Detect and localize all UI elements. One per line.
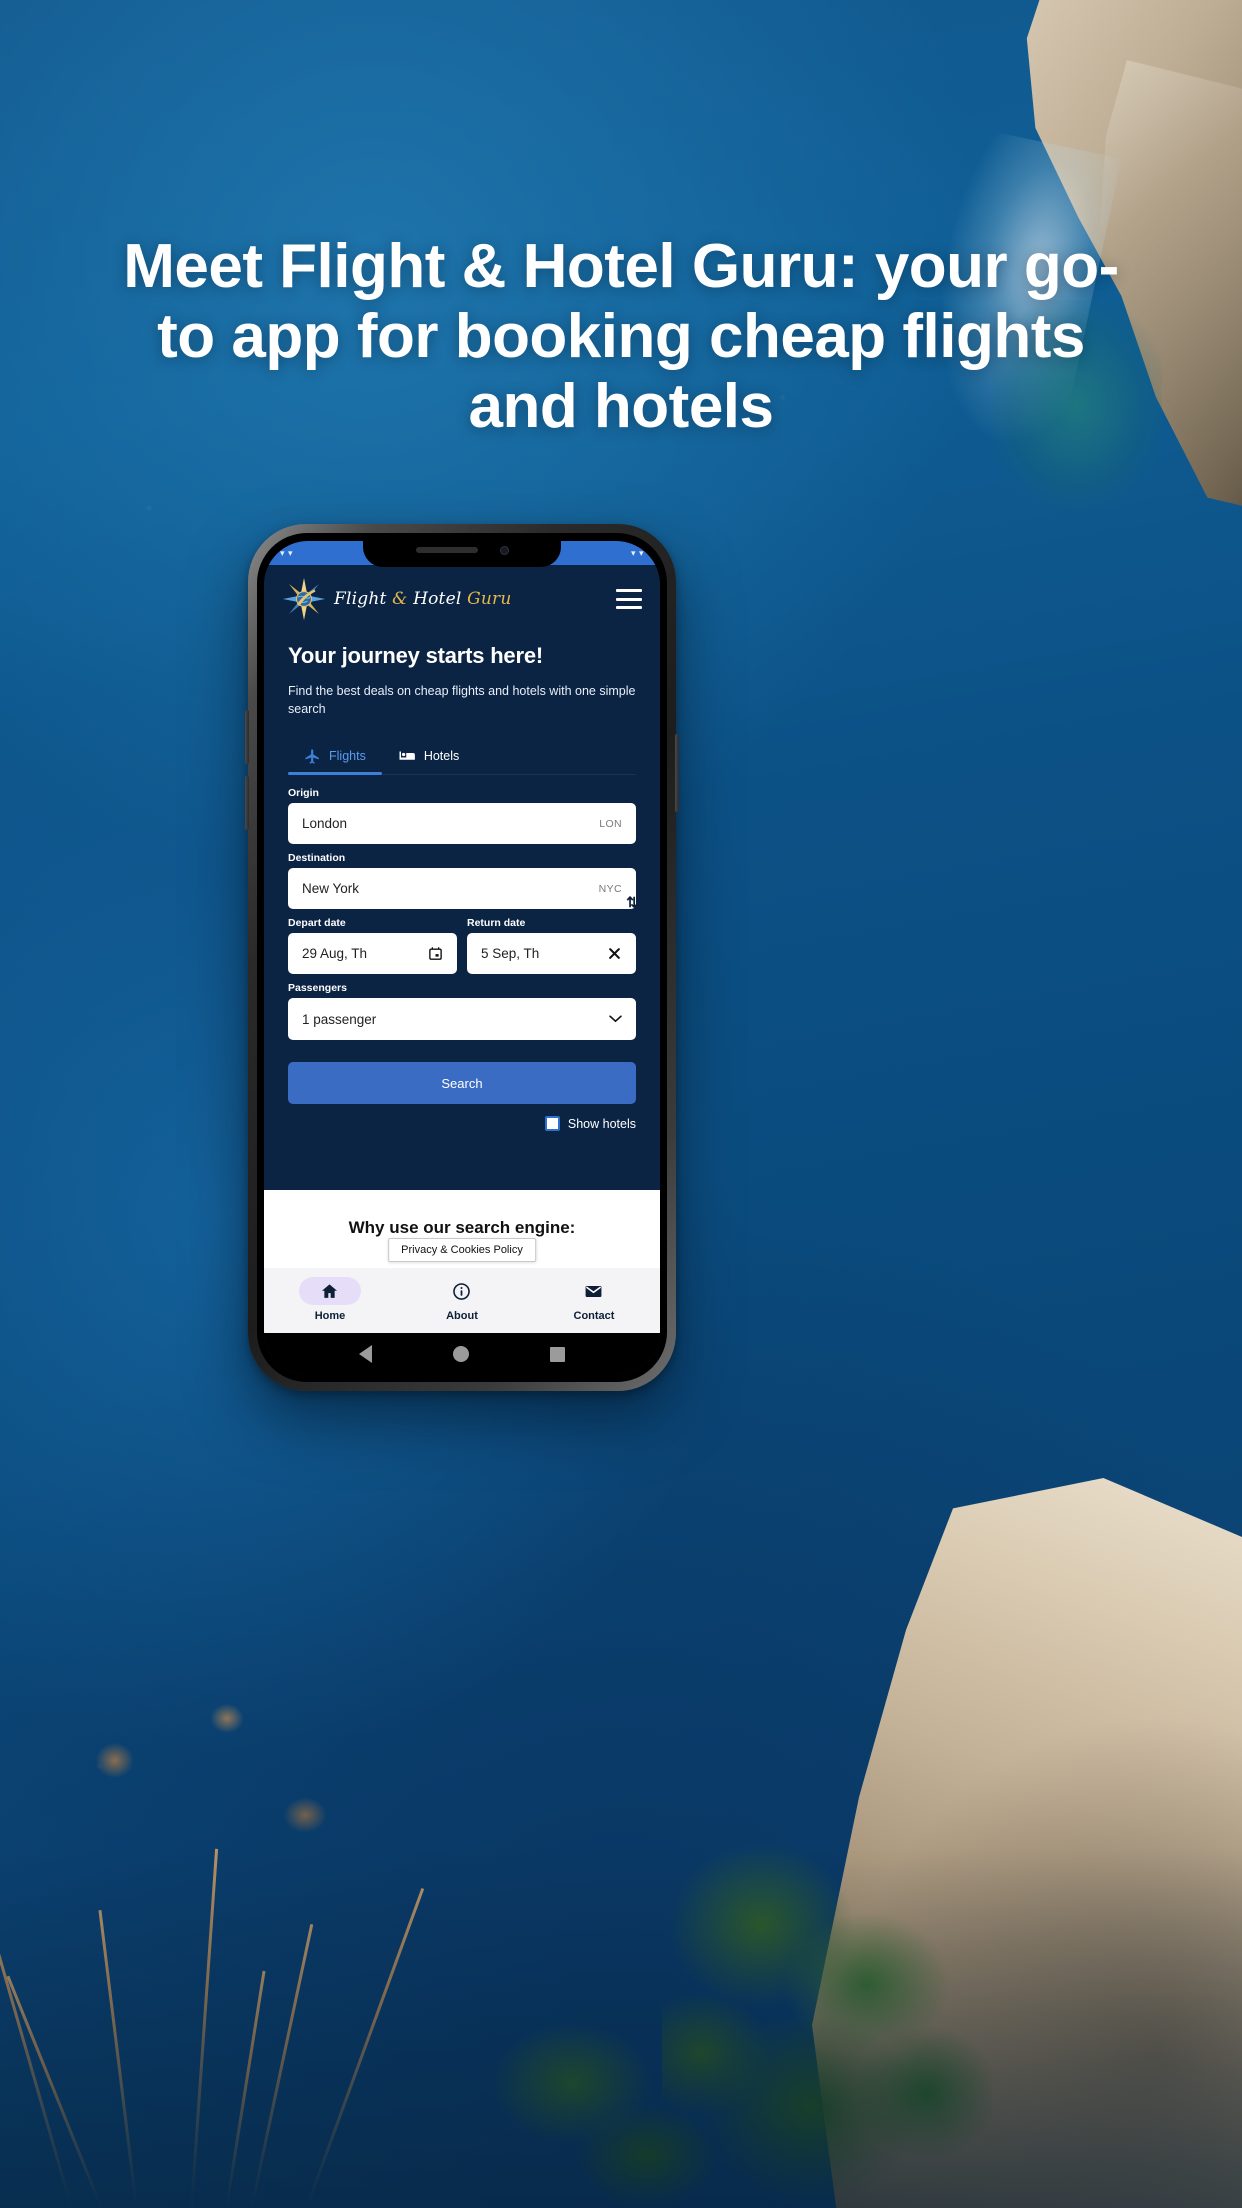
show-hotels-label: Show hotels <box>567 1116 636 1131</box>
airplane-icon <box>305 749 319 764</box>
home-icon <box>322 1283 338 1298</box>
front-camera <box>499 545 509 555</box>
hamburger-line <box>616 597 642 601</box>
phone-screen: ▾ ▾ ▾ ▾ Flight & Hotel Guru Your journey… <box>264 541 660 1375</box>
privacy-cookies-policy-link[interactable]: Privacy & Cookies Policy <box>388 1238 536 1262</box>
why-use-section: Why use our search engine: Privacy & Coo… <box>264 1190 660 1268</box>
origin-input[interactable]: London LON <box>288 803 636 845</box>
page-title: Meet Flight & Hotel Guru: your go-to app… <box>123 232 1119 442</box>
app-subheading: Find the best deals on cheap flights and… <box>288 684 636 717</box>
nav-label-home: Home <box>314 1310 346 1322</box>
nav-pill-contact <box>563 1277 625 1305</box>
app-hero: Your journey starts here! Find the best … <box>264 631 660 718</box>
brand-logo[interactable]: Flight & Hotel Guru <box>282 577 512 621</box>
nav-label-about: About <box>446 1310 478 1322</box>
nav-label-contact: Contact <box>573 1310 615 1322</box>
hamburger-line <box>616 606 642 609</box>
date-row: Depart date 29 Aug, Th Return date 5 Sep… <box>288 917 636 982</box>
show-hotels-checkbox[interactable] <box>544 1116 560 1132</box>
calendar-icon[interactable] <box>428 946 443 961</box>
status-right: ▾ ▾ <box>630 547 644 558</box>
brand-guru: Guru <box>467 589 512 609</box>
nav-pill-home <box>298 1277 361 1305</box>
brand-flight: Flight <box>334 589 393 609</box>
search-tabs: Flights Hotels <box>288 740 636 776</box>
show-hotels-row[interactable]: Show hotels <box>288 1116 636 1132</box>
brand-name: Flight & Hotel Guru <box>334 589 512 609</box>
phone-mockup: ▾ ▾ ▾ ▾ Flight & Hotel Guru Your journey… <box>245 524 679 1391</box>
android-navigation-bar <box>264 1333 660 1375</box>
phone-notch <box>363 533 561 567</box>
home-circle-icon[interactable] <box>452 1346 469 1362</box>
bed-icon <box>399 751 415 760</box>
phone-bezel: ▾ ▾ ▾ ▾ Flight & Hotel Guru Your journey… <box>257 533 667 1382</box>
status-left: ▾ ▾ <box>280 547 294 558</box>
nav-item-contact[interactable]: Contact <box>529 1277 660 1322</box>
origin-label: Origin <box>288 787 319 800</box>
destination-input[interactable]: New York NYC <box>288 868 636 910</box>
volume-up-button[interactable] <box>245 710 249 764</box>
poster-stage: Meet Flight & Hotel Guru: your go-to app… <box>0 0 1242 2208</box>
app-heading: Your journey starts here! <box>288 643 543 668</box>
info-circle-icon <box>453 1282 471 1300</box>
return-date-group: Return date 5 Sep, Th <box>467 917 636 982</box>
tab-hotels-label: Hotels <box>423 749 460 764</box>
chevron-down-icon <box>609 1015 622 1023</box>
compass-globe-icon <box>282 577 326 621</box>
search-button[interactable]: Search <box>288 1062 636 1105</box>
app-header: Flight & Hotel Guru <box>264 565 660 631</box>
depart-date-value: 29 Aug, Th <box>302 946 368 962</box>
return-date-input[interactable]: 5 Sep, Th <box>467 933 636 975</box>
destination-code: NYC <box>598 882 622 895</box>
close-x-icon[interactable] <box>607 946 622 961</box>
bottom-vignette <box>0 1848 1242 2208</box>
tab-hotels[interactable]: Hotels <box>382 740 475 774</box>
recents-square-icon[interactable] <box>550 1346 566 1362</box>
depart-date-input[interactable]: 29 Aug, Th <box>288 933 457 975</box>
nav-item-about[interactable]: About <box>397 1277 528 1322</box>
depart-date-group: Depart date 29 Aug, Th <box>288 917 457 982</box>
earpiece-speaker <box>415 547 478 553</box>
tab-flights-label: Flights <box>329 749 366 764</box>
passengers-value: 1 passenger <box>302 1011 377 1027</box>
hamburger-line <box>616 589 642 592</box>
search-form: Origin London LON ⇅ Destination New York… <box>264 775 660 1132</box>
hamburger-menu-icon[interactable] <box>616 589 642 609</box>
envelope-icon <box>586 1285 602 1297</box>
tab-flights[interactable]: Flights <box>288 740 382 776</box>
section-heading: Why use our search engine: <box>348 1218 576 1237</box>
destination-label: Destination <box>288 852 346 865</box>
passengers-label: Passengers <box>288 982 347 995</box>
volume-down-button[interactable] <box>245 776 249 830</box>
brand-hotel: Hotel <box>407 589 468 609</box>
depart-date-label: Depart date <box>288 917 346 930</box>
passengers-select[interactable]: 1 passenger <box>288 998 636 1041</box>
power-button[interactable] <box>675 734 679 812</box>
swap-vertical-icon[interactable]: ⇅ <box>626 895 638 909</box>
return-date-label: Return date <box>467 917 526 930</box>
nav-pill-about <box>431 1277 493 1305</box>
brand-ampersand: & <box>392 589 408 609</box>
nav-item-home[interactable]: Home <box>265 1277 396 1322</box>
return-date-value: 5 Sep, Th <box>481 946 540 962</box>
app-content: Flight & Hotel Guru Your journey starts … <box>264 565 660 1190</box>
destination-value: New York <box>302 881 360 897</box>
back-triangle-icon[interactable] <box>358 1345 372 1363</box>
origin-value: London <box>302 816 348 832</box>
origin-code: LON <box>599 817 622 830</box>
bottom-navigation: Home About Contact <box>264 1268 660 1333</box>
